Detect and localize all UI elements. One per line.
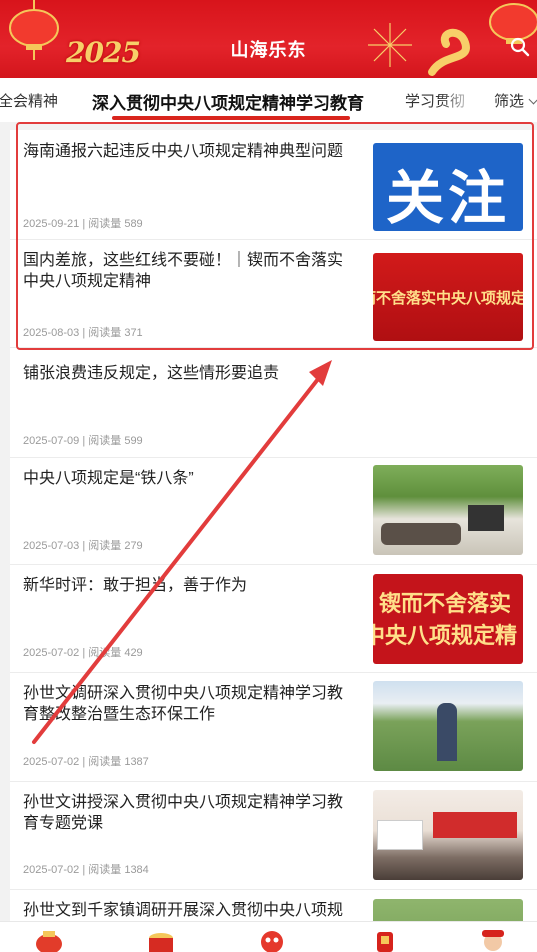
article-date: 2025-07-02	[23, 756, 80, 768]
god-of-wealth-icon[interactable]	[478, 928, 508, 952]
tab-scroll-fade	[440, 78, 478, 122]
article-views: 阅读量 1384	[88, 864, 149, 876]
article-views: 阅读量 279	[88, 540, 143, 552]
active-tab-indicator	[112, 116, 350, 120]
article-title: 中央八项规定是“铁八条”	[23, 470, 194, 487]
drum-icon[interactable]	[146, 928, 176, 952]
article-item[interactable]: 铺张浪费违反规定，这些情形要追责 2025-07-09 | 阅读量 599	[10, 347, 537, 458]
article-thumbnail: 锲而不舍落实 中央八项规定精	[373, 574, 523, 664]
article-meta: 2025-07-02 | 阅读量 429	[23, 647, 143, 659]
article-date: 2025-07-02	[23, 864, 80, 876]
article-title: 孙世文调研深入贯彻中央八项规定精神学习教育整改整治暨生态环保工作	[23, 685, 344, 723]
article-item[interactable]: 孙世文到千家镇调研开展深入贯彻中央八项规	[10, 889, 537, 921]
category-tabs: 全会精神 深入贯彻中央八项规定精神学习教育 学习贯彻 筛选	[0, 78, 537, 122]
article-meta: 2025-07-03 | 阅读量 279	[23, 540, 143, 552]
article-thumbnail	[373, 899, 523, 921]
article-thumbnail	[373, 681, 523, 771]
article-item[interactable]: 新华时评：敢于担当，善于作为 2025-07-02 | 阅读量 429 锲而不舍…	[10, 564, 537, 673]
article-date: 2025-07-03	[23, 540, 80, 552]
app-title: 山海乐东	[230, 40, 307, 60]
tab-eight-regulations-education[interactable]: 深入贯彻中央八项规定精神学习教育	[92, 89, 364, 114]
article-views: 阅读量 429	[88, 647, 143, 659]
article-views: 阅读量 1387	[88, 756, 149, 768]
article-date: 2025-07-09	[23, 435, 80, 447]
filter-button[interactable]: 筛选	[487, 90, 537, 111]
article-item[interactable]: 孙世文讲授深入贯彻中央八项规定精神学习教育专题党课 2025-07-02 | 阅…	[10, 781, 537, 890]
article-title: 新华时评：敢于担当，善于作为	[23, 577, 248, 594]
article-item[interactable]: 中央八项规定是“铁八条” 2025-07-03 | 阅读量 279	[10, 457, 537, 565]
article-meta: 2025-07-02 | 阅读量 1387	[23, 756, 149, 768]
tab-plenary-spirit[interactable]: 全会精神	[0, 90, 58, 111]
thumbnail-caption: 中央八项规定精	[373, 623, 518, 649]
article-title: 铺张浪费违反规定，这些情形要追责	[23, 365, 280, 382]
fu-lantern-icon[interactable]	[370, 928, 400, 952]
highlight-box	[16, 122, 534, 350]
lion-dance-icon[interactable]	[257, 928, 287, 952]
filter-label: 筛选	[493, 93, 524, 110]
lucky-bag-icon[interactable]	[34, 928, 64, 952]
article-views: 阅读量 599	[88, 435, 143, 447]
article-meta: 2025-07-02 | 阅读量 1384	[23, 864, 149, 876]
chevron-down-icon	[528, 94, 537, 105]
article-meta: 2025-07-09 | 阅读量 599	[23, 435, 143, 447]
article-thumbnail	[373, 790, 523, 880]
article-title: 孙世文讲授深入贯彻中央八项规定精神学习教育专题党课	[23, 794, 344, 832]
bottom-nav	[0, 921, 537, 952]
article-item[interactable]: 孙世文调研深入贯彻中央八项规定精神学习教育整改整治暨生态环保工作 2025-07…	[10, 672, 537, 782]
article-thumbnail	[373, 465, 523, 555]
article-date: 2025-07-02	[23, 647, 80, 659]
search-icon[interactable]	[509, 36, 531, 58]
app-header: 2025 山海乐东	[0, 0, 537, 78]
thumbnail-caption: 锲而不舍落实	[379, 591, 512, 617]
